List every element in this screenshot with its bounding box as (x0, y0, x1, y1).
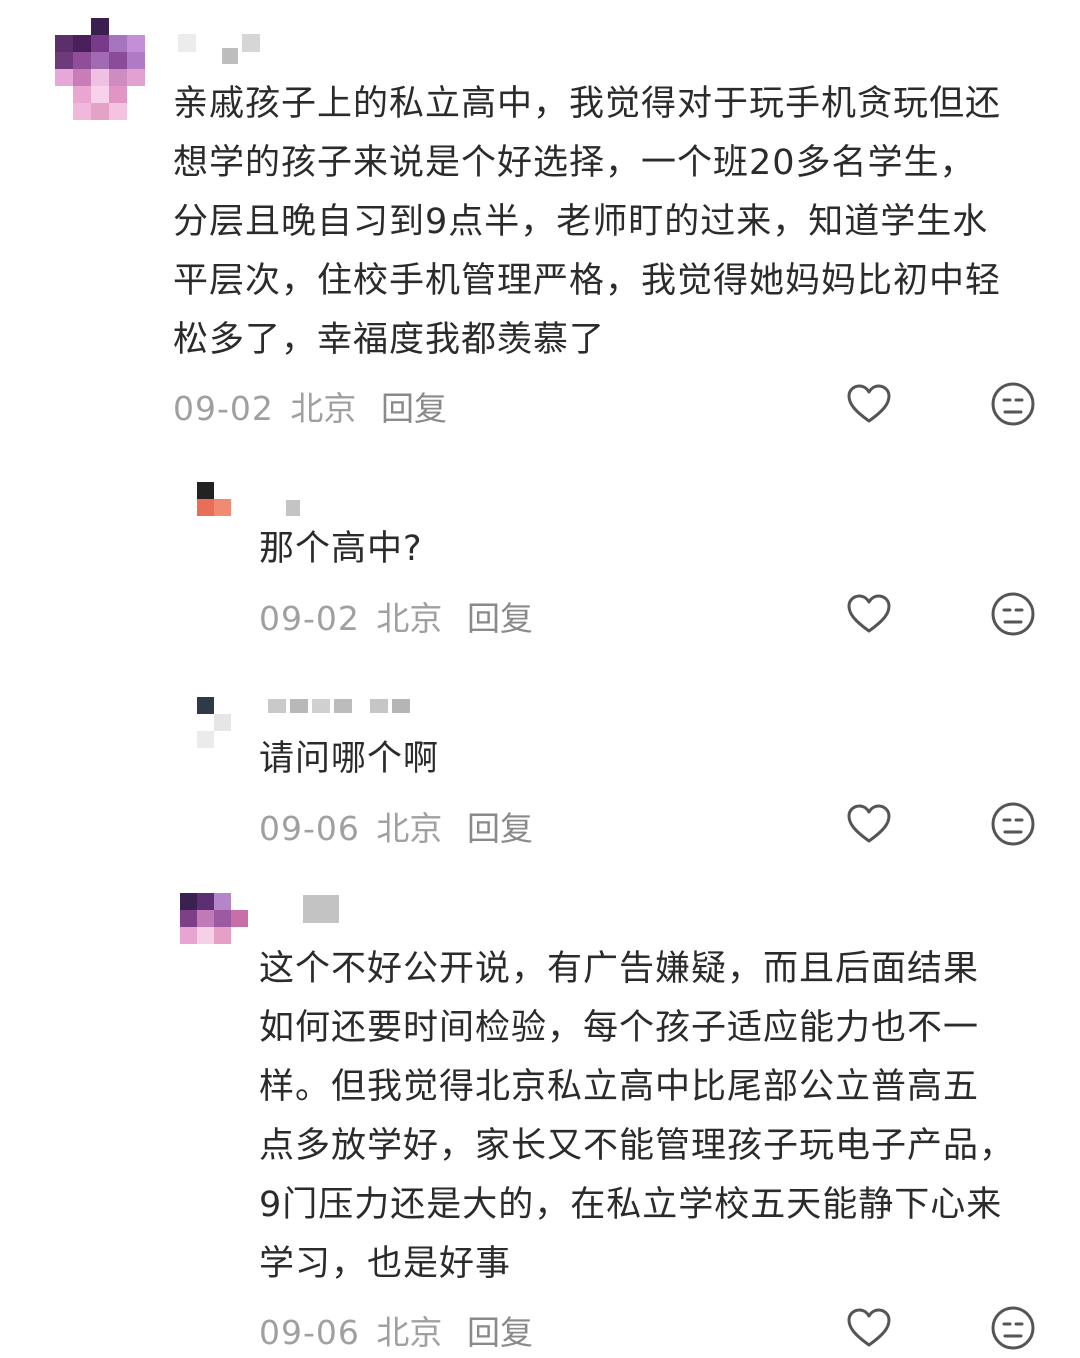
comment-text: 这个不好公开说，有广告嫌疑，而且后面结果 如何还要时间检验，每个孩子适应能力也不… (259, 949, 1016, 1284)
comment-time: 09-06 (259, 1313, 360, 1352)
comment-location: 北京 (376, 809, 443, 848)
neutral-face-icon[interactable] (989, 590, 1037, 638)
username-blurred[interactable] (286, 500, 300, 516)
username-blurred[interactable] (178, 34, 260, 64)
comment-time: 09-02 (173, 389, 274, 428)
heart-icon[interactable] (845, 800, 893, 848)
neutral-face-icon[interactable] (989, 800, 1037, 848)
avatar[interactable] (180, 893, 248, 944)
comment-meta: 09-06 北京 (259, 802, 442, 850)
username-blurred[interactable] (268, 699, 410, 713)
heart-icon[interactable] (845, 380, 893, 428)
neutral-face-icon[interactable] (989, 1304, 1037, 1352)
comment-meta: 09-02 北京 (259, 592, 442, 640)
comment-location: 北京 (290, 389, 357, 428)
reply-button[interactable]: 回复 (467, 592, 533, 640)
comment-time: 09-02 (259, 599, 360, 638)
comment-meta: 09-02 北京 (173, 382, 356, 430)
comment-text: 请问哪个啊 (259, 739, 440, 779)
comment-text: 亲戚孩子上的私立高中，我觉得对于玩手机贪玩但还 想学的孩子来说是个好选择，一个班… (173, 84, 1002, 360)
reply-button[interactable]: 回复 (467, 802, 533, 850)
username-blurred[interactable] (303, 895, 339, 923)
reply-button[interactable]: 回复 (381, 382, 447, 430)
comment-time: 09-06 (259, 809, 360, 848)
avatar[interactable] (197, 697, 248, 748)
reply-button[interactable]: 回复 (467, 1306, 533, 1354)
heart-icon[interactable] (845, 1304, 893, 1352)
comment-meta: 09-06 北京 (259, 1306, 442, 1354)
comment-text: 那个高中? (259, 529, 423, 569)
avatar[interactable] (55, 18, 145, 120)
avatar[interactable] (197, 482, 248, 533)
comment-location: 北京 (376, 1313, 443, 1352)
comment-location: 北京 (376, 599, 443, 638)
neutral-face-icon[interactable] (989, 380, 1037, 428)
heart-icon[interactable] (845, 590, 893, 638)
